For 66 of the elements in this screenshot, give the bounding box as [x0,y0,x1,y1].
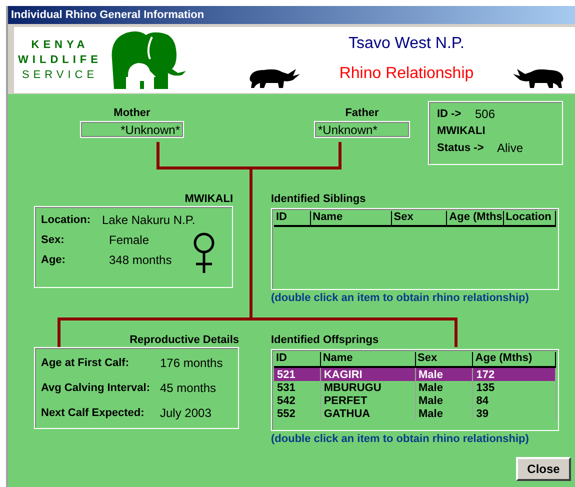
column-header[interactable]: Age (Mths) [473,352,556,366]
detail-value: 45 months [160,381,216,395]
detail-value: 176 months [160,356,223,370]
table-cell: 172 [473,368,556,381]
table-row[interactable]: 552 GATHUA Male 39 [274,407,556,420]
table-cell: GATHUA [320,407,416,420]
table-cell: 135 [473,381,556,394]
hint-text: (double click an item to obtain rhino relationship) [271,292,530,304]
table-row[interactable]: 521 KAGIRI Male 172 [274,368,556,381]
table-title: Identified Offsprings [271,334,380,346]
table-cell: Male [416,368,474,381]
column-header[interactable]: ID [274,211,311,225]
table-cell: 531 [274,381,321,394]
data-table[interactable]: ID Name Sex Age (Mths Location [271,208,559,290]
detail-label: Age: [41,254,66,266]
section-title: Reproductive Details [130,334,239,346]
table-cell: Male [416,381,474,394]
parent-label: Mother [114,107,150,119]
logo-text: KENYA [31,39,89,51]
table-cell: 84 [473,394,556,407]
column-header[interactable]: ID [274,352,321,366]
table-cell: Male [416,407,474,420]
table-row[interactable]: 542 PERFET Male 84 [274,394,556,407]
status-label: Status -> [437,142,485,154]
detail-label: Avg Calving Interval: [41,382,152,394]
data-table[interactable]: ID Name Sex Age (Mths) 521 KAGIRI Male 172 531 MBURUGU Male 135 542 PERFET Male 84 552 GATHUA Male 39 [271,349,559,431]
table-row[interactable]: 531 MBURUGU Male 135 [274,381,556,394]
table-cell: 39 [473,407,556,420]
column-header[interactable]: Location [504,211,556,225]
parent-label: Father [345,107,379,119]
column-header[interactable]: Sex [416,352,474,366]
park-name: Tsavo West N.P. [348,35,464,53]
detail-value: July 2003 [160,406,212,420]
detail-label: Sex: [41,234,66,246]
table-cell: 521 [274,368,321,381]
table-cell: MBURUGU [320,381,416,394]
column-header[interactable]: Name [310,211,392,225]
table-cell: 542 [274,394,321,407]
detail-label: Location: [41,214,92,226]
column-header[interactable]: Sex [392,211,448,225]
rhino-name: MWIKALI [437,125,486,137]
table-cell: Male [416,394,474,407]
status-value: Alive [497,141,524,155]
detail-value: Female [109,233,150,247]
detail-value: Lake Nakuru N.P. [102,213,196,227]
logo-text: WILDLIFE [18,54,102,66]
female-symbol-icon [192,232,216,274]
detail-label: Age at First Calf: [41,357,130,369]
page-heading: Rhino Relationship [339,65,474,83]
logo-text: SERVICE [22,69,98,81]
table-cell: PERFET [320,394,416,407]
id-label: ID -> [437,108,462,120]
close-button[interactable]: Close [516,457,571,481]
detail-value: 348 months [109,253,172,267]
table-cell: 552 [274,407,321,420]
table-title: Identified Siblings [271,193,367,205]
id-value: 506 [475,107,496,121]
column-header[interactable]: Name [320,352,416,366]
column-header[interactable]: Age (Mths [447,211,504,225]
detail-label: Next Calf Expected: [41,407,146,419]
table-cell: KAGIRI [320,368,416,381]
parent-field: *Unknown* [80,121,184,138]
window-title: Individual Rhino General Information [8,6,575,24]
parent-field: *Unknown* [314,121,410,138]
hint-text: (double click an item to obtain rhino relationship) [271,433,530,445]
rhino-name: MWIKALI [184,193,233,205]
